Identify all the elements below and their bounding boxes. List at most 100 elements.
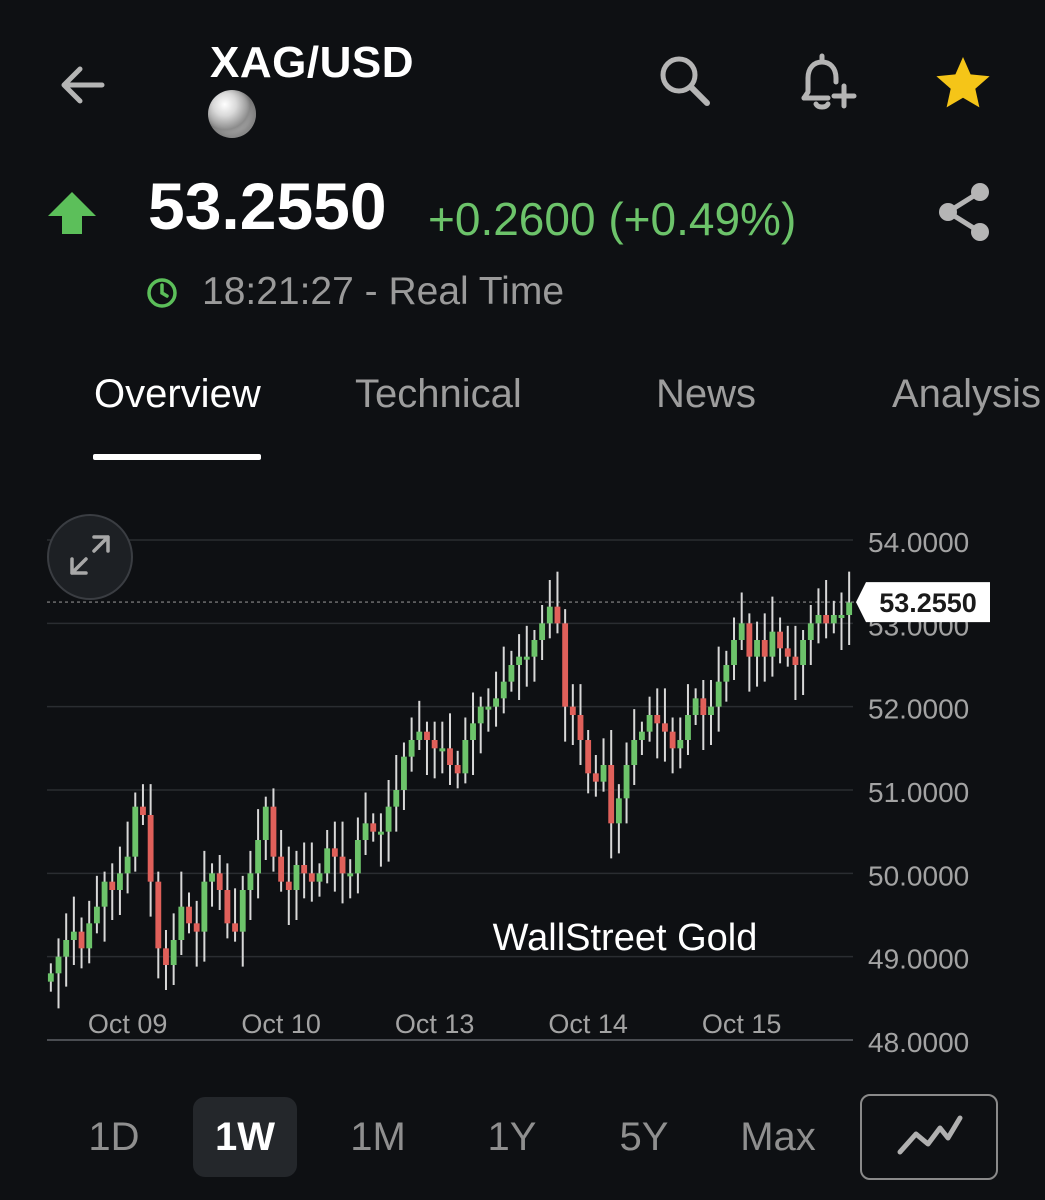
candle-body (147, 815, 154, 882)
candle-body (638, 731, 645, 740)
candle-body (731, 640, 737, 665)
candle-body (615, 798, 622, 824)
candle-body (577, 715, 584, 740)
y-tick-label: 51.0000 (868, 777, 969, 808)
candle-body (562, 623, 569, 707)
candle-body (531, 640, 538, 657)
silver-coin-icon (208, 90, 256, 138)
candle-body (385, 806, 392, 832)
candle-body (662, 723, 668, 732)
share-icon (934, 180, 994, 249)
arrow-up-icon (46, 190, 98, 236)
candle-body (846, 602, 853, 615)
candle-body (738, 623, 745, 640)
candle-body (585, 740, 592, 774)
tab-overview[interactable]: Overview (94, 372, 261, 417)
candle-body (746, 623, 753, 657)
back-button[interactable] (50, 55, 114, 119)
range-1d[interactable]: 1D (62, 1097, 166, 1177)
tab-analysis[interactable]: Analysis (892, 372, 1041, 417)
price-change: +0.2600 (+0.49%) (428, 193, 797, 245)
candle-body (262, 806, 269, 840)
favorite-button[interactable] (930, 52, 996, 118)
add-alert-button[interactable] (790, 50, 860, 120)
candle-body (569, 706, 576, 715)
candle-body (70, 931, 77, 940)
current-price: 53.2550 (148, 169, 387, 243)
candle-body (454, 765, 461, 774)
candle-body (232, 923, 238, 932)
candle-body (239, 890, 246, 932)
expand-chart-button[interactable] (47, 514, 133, 600)
range-1y[interactable]: 1Y (460, 1097, 564, 1177)
candle-body (278, 856, 285, 882)
candle-body (685, 715, 691, 740)
candle-body (331, 848, 338, 857)
x-tick-label: Oct 09 (88, 1009, 168, 1039)
y-tick-label: 49.0000 (868, 944, 969, 975)
candle-body (186, 906, 192, 924)
candle-body (47, 973, 54, 982)
candle-body (86, 923, 93, 949)
candle-body (485, 706, 492, 710)
candle-body (754, 640, 760, 657)
candle-body (447, 748, 453, 765)
y-tick-label: 48.0000 (868, 1027, 969, 1058)
candle-body (784, 648, 791, 657)
candle-body (830, 615, 837, 624)
candle-body (155, 881, 162, 949)
x-tick-label: Oct 10 (241, 1009, 321, 1039)
tab-technical[interactable]: Technical (355, 372, 522, 417)
candle-body (462, 740, 469, 774)
candle-body (777, 631, 783, 649)
line-chart-icon (894, 1110, 964, 1165)
candle-body (500, 681, 507, 699)
tab-news[interactable]: News (656, 372, 756, 417)
candle-body (193, 923, 200, 932)
share-button[interactable] (932, 180, 996, 248)
y-tick-label: 54.0000 (868, 527, 969, 558)
range-max[interactable]: Max (726, 1097, 830, 1177)
candle-body (224, 890, 231, 924)
search-icon (654, 50, 714, 115)
watermark: WallStreet Gold (493, 917, 758, 959)
candle-body (393, 790, 400, 807)
price-chart[interactable]: 54.000053.000052.000051.000050.000049.00… (0, 500, 1045, 1080)
candle-body (354, 840, 361, 874)
candle-body (132, 806, 139, 857)
candle-body (347, 873, 354, 877)
candle-body (377, 831, 384, 835)
active-tab-indicator (93, 454, 261, 460)
candle-body (416, 731, 423, 740)
candle-body (78, 931, 85, 949)
candle-body (623, 765, 630, 799)
current-price-tag: 53.2550 (856, 582, 990, 623)
x-tick-label: Oct 15 (702, 1009, 782, 1039)
candle-body (63, 940, 70, 957)
candle-body (408, 740, 415, 757)
quote-time: 18:21:27 - Real Time (202, 270, 565, 313)
candle-body (308, 873, 315, 882)
candle-body (117, 873, 123, 890)
candle-body (339, 856, 346, 874)
candle-body (101, 881, 108, 907)
candle-body (546, 606, 553, 624)
candle-body (646, 715, 653, 732)
range-1m[interactable]: 1M (326, 1097, 430, 1177)
candle-body (247, 873, 254, 890)
candle-body (807, 623, 814, 640)
candle-body (700, 698, 707, 715)
candle-body (470, 723, 476, 740)
range-1w[interactable]: 1W (193, 1097, 297, 1177)
bell-plus-icon (792, 50, 858, 121)
candle-body (401, 756, 407, 790)
chart-type-button[interactable] (860, 1094, 998, 1180)
candle-body (124, 856, 131, 874)
search-button[interactable] (652, 50, 716, 114)
candle-body (838, 615, 845, 618)
range-5y[interactable]: 5Y (592, 1097, 696, 1177)
price-tag-label: 53.2550 (879, 588, 977, 618)
instrument-title: XAG/USD (210, 38, 414, 87)
candle-body (592, 773, 599, 782)
candle-body (431, 740, 438, 749)
